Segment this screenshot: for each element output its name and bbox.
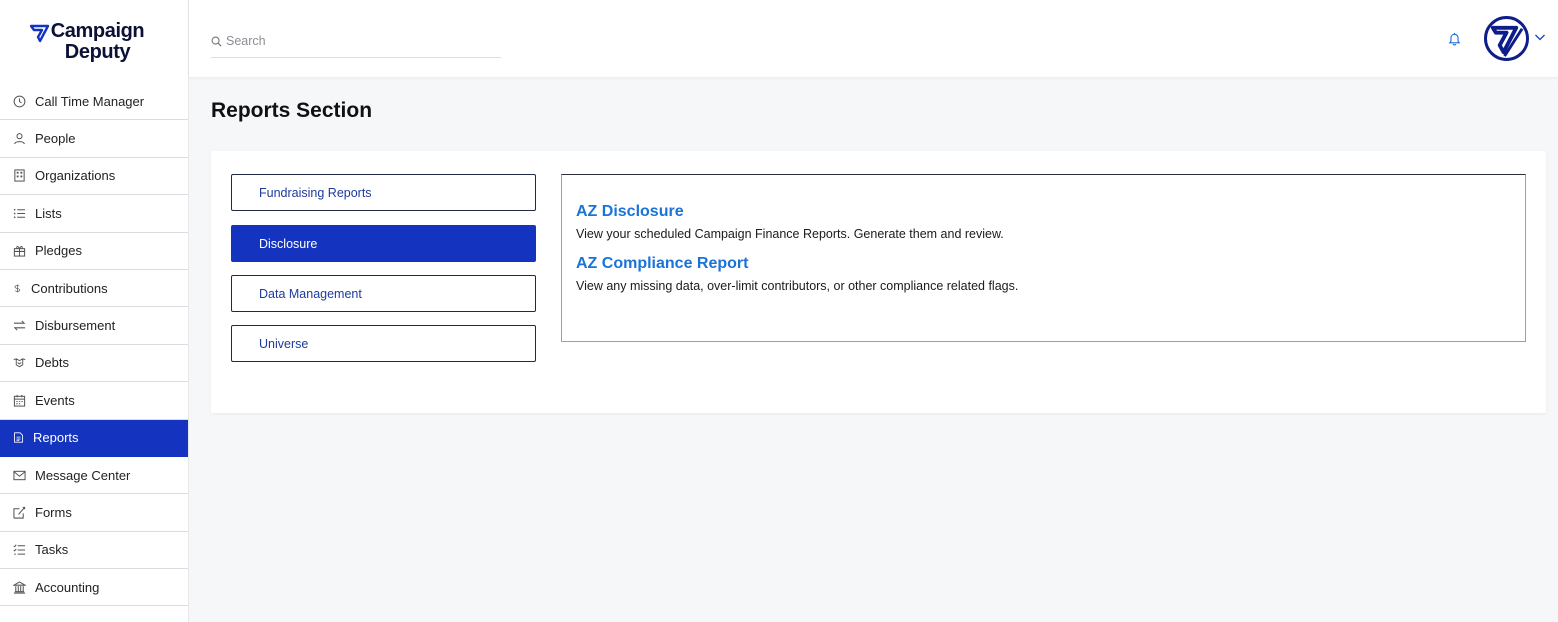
az-disclosure-description: View your scheduled Campaign Finance Rep… xyxy=(576,227,1004,241)
search-bar xyxy=(211,29,501,58)
sidebar-item-call-time-manager[interactable]: Call Time Manager xyxy=(0,83,188,121)
sidebar-item-label: Message Center xyxy=(35,467,131,483)
tab-label: Fundraising Reports xyxy=(259,185,372,200)
az-compliance-report-link[interactable]: AZ Compliance Report xyxy=(576,255,1511,273)
search-icon xyxy=(211,36,222,47)
person-icon xyxy=(14,133,25,145)
brand-line1: Campaign xyxy=(50,19,145,42)
calendar-icon xyxy=(13,394,26,407)
sidebar-item-label: Debts xyxy=(35,355,69,371)
tab-label: Universe xyxy=(259,336,309,351)
dollar-icon xyxy=(14,284,21,293)
sidebar-item-label: Forms xyxy=(35,504,72,520)
sidebar-item-disbursement[interactable]: Disbursement xyxy=(0,307,188,345)
handshake-icon xyxy=(13,358,26,368)
sidebar-item-label: Call Time Manager xyxy=(35,93,145,109)
brand-name: Campaign Deputy xyxy=(50,19,145,63)
sidebar-item-label: Events xyxy=(35,392,75,408)
sidebar-item-people[interactable]: People xyxy=(0,120,188,158)
tab-fundraising-reports[interactable]: Fundraising Reports xyxy=(231,174,536,211)
tab-label: Disclosure xyxy=(259,236,318,251)
sidebar-item-label: Tasks xyxy=(35,542,69,558)
sidebar-item-lists[interactable]: Lists xyxy=(0,195,188,233)
sidebar-item-label: Contributions xyxy=(31,280,108,296)
sidebar-item-tasks[interactable]: Tasks xyxy=(0,532,188,570)
sidebar: Campaign Deputy Call Time Manager People… xyxy=(0,0,189,622)
sidebar-item-accounting[interactable]: Accounting xyxy=(0,569,188,607)
sidebar-item-pledges[interactable]: Pledges xyxy=(0,233,188,270)
sidebar-item-forms[interactable]: Forms xyxy=(0,494,188,532)
bank-icon xyxy=(13,581,26,594)
tab-disclosure[interactable]: Disclosure xyxy=(231,225,536,262)
sidebar-item-label: Organizations xyxy=(35,168,116,184)
avatar-logo-icon xyxy=(1490,25,1524,57)
az-compliance-report-description: View any missing data, over-limit contri… xyxy=(576,279,1019,293)
checklist-icon xyxy=(13,544,26,556)
clock-icon xyxy=(13,95,26,108)
brand-logo[interactable]: Campaign Deputy xyxy=(0,0,188,83)
tab-data-management[interactable]: Data Management xyxy=(231,275,536,312)
document-icon xyxy=(14,432,23,443)
chevron-down-icon[interactable] xyxy=(1534,31,1546,43)
sidebar-item-label: Accounting xyxy=(35,579,100,595)
building-icon xyxy=(14,169,25,183)
brand-line2: Deputy xyxy=(64,40,131,63)
sidebar-item-organizations[interactable]: Organizations xyxy=(0,158,188,196)
disclosure-panel: AZ Disclosure View your scheduled Campai… xyxy=(561,174,1526,342)
user-avatar[interactable] xyxy=(1484,16,1529,61)
sidebar-item-label: Disbursement xyxy=(35,318,116,334)
sidebar-item-events[interactable]: Events xyxy=(0,382,188,420)
page-title: Reports Section xyxy=(211,99,373,122)
notification-bell-icon[interactable] xyxy=(1447,31,1462,47)
sidebar-item-message-center[interactable]: Message Center xyxy=(0,457,188,495)
sidebar-item-reports[interactable]: Reports xyxy=(0,419,188,457)
sidebar-item-label: Pledges xyxy=(35,243,82,259)
reports-card: Fundraising Reports Disclosure Data Mana… xyxy=(211,151,1546,413)
tab-universe[interactable]: Universe xyxy=(231,325,536,362)
transfer-icon xyxy=(13,320,26,331)
form-icon xyxy=(13,506,26,519)
top-header xyxy=(189,0,1558,78)
az-disclosure-link[interactable]: AZ Disclosure xyxy=(576,203,1511,221)
gift-icon xyxy=(13,246,26,257)
search-input[interactable] xyxy=(226,34,486,48)
logo-mark-icon xyxy=(29,24,49,42)
list-icon xyxy=(13,208,26,218)
sidebar-item-label: Reports xyxy=(33,430,79,446)
sidebar-item-label: People xyxy=(35,131,76,147)
sidebar-nav: Call Time Manager People Organizations L… xyxy=(0,83,188,607)
sidebar-item-debts[interactable]: Debts xyxy=(0,345,188,383)
sidebar-item-contributions[interactable]: Contributions xyxy=(0,270,188,308)
tab-label: Data Management xyxy=(259,286,362,301)
sidebar-item-label: Lists xyxy=(35,205,62,221)
envelope-icon xyxy=(13,470,26,480)
